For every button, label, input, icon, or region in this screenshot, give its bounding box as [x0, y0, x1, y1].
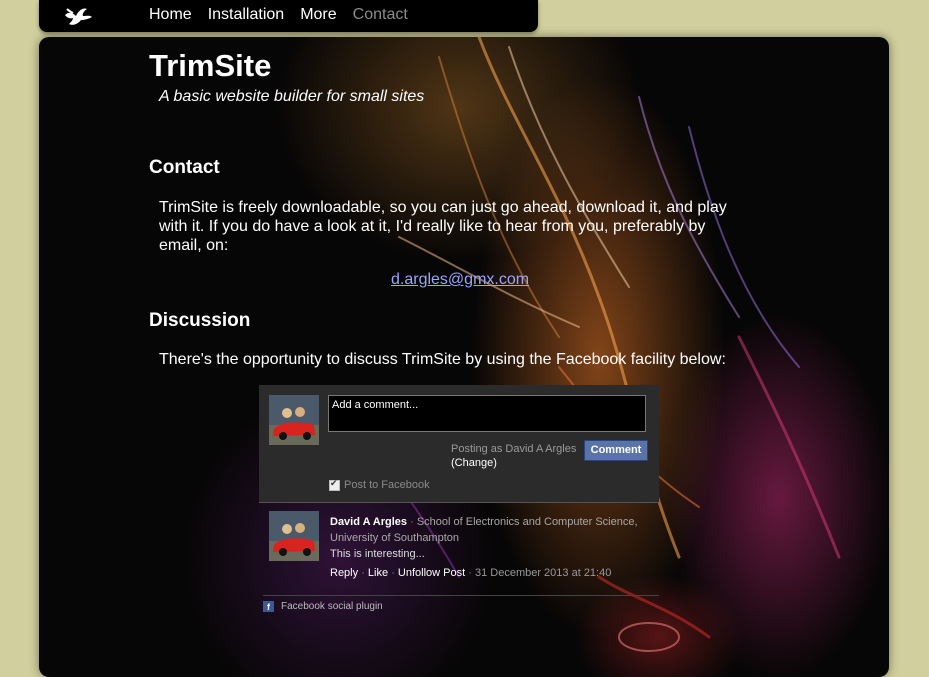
comment-button[interactable]: Comment: [584, 440, 648, 461]
nav-item-contact[interactable]: Contact: [353, 6, 408, 24]
facebook-comments-plugin: Add a comment... Posting as David A Argl…: [259, 385, 659, 615]
separator: ·: [391, 567, 398, 579]
facebook-plugin-label[interactable]: Facebook social plugin: [281, 601, 383, 612]
comment-actions: Reply · Like · Unfollow Post · 31 Decemb…: [330, 567, 611, 579]
site-subtitle: A basic website builder for small sites: [159, 88, 425, 105]
comment-input[interactable]: Add a comment...: [328, 395, 646, 432]
site-title: TrimSite: [149, 48, 272, 83]
email-link[interactable]: d.argles@gmx.com: [391, 271, 529, 289]
comment-date[interactable]: 31 December 2013 at 21:40: [475, 567, 611, 579]
nav-links: Home Installation More Contact: [149, 6, 424, 24]
checkbox-icon[interactable]: [329, 478, 340, 491]
posting-as-label: Posting as David A Argles: [451, 443, 577, 455]
post-to-facebook-option[interactable]: Post to Facebook: [329, 478, 430, 491]
contact-text: TrimSite is freely downloadable, so you …: [159, 199, 727, 254]
nav-item-installation[interactable]: Installation: [208, 6, 285, 24]
separator: ·: [468, 567, 475, 579]
reply-link[interactable]: Reply: [330, 567, 358, 579]
main-panel: TrimSite A basic website builder for sma…: [39, 37, 889, 677]
nav-item-home[interactable]: Home: [149, 6, 192, 24]
avatar-photo-icon: [269, 395, 319, 445]
top-navbar: Home Installation More Contact: [39, 0, 538, 32]
comment-author[interactable]: David A Argles: [330, 516, 407, 528]
comment-compose-box: Add a comment... Posting as David A Argl…: [259, 385, 659, 503]
nav-item-more[interactable]: More: [300, 6, 336, 24]
facebook-icon: f: [263, 601, 274, 612]
comment-avatar[interactable]: [269, 511, 319, 561]
comment-text: This is interesting...: [330, 548, 425, 560]
discussion-text: There's the opportunity to discuss TrimS…: [159, 351, 726, 368]
comment-header: David A Argles · School of Electronics a…: [330, 516, 638, 544]
discussion-heading: Discussion: [149, 310, 251, 331]
avatar-photo-icon: [269, 511, 319, 561]
avatar: [269, 395, 319, 445]
change-account-link[interactable]: (Change): [451, 457, 497, 469]
unfollow-post-link[interactable]: Unfollow Post: [398, 567, 465, 579]
like-link[interactable]: Like: [368, 567, 388, 579]
bird-logo-icon[interactable]: [61, 3, 95, 29]
comment-item: David A Argles · School of Electronics a…: [259, 503, 659, 593]
separator: ·: [361, 567, 368, 579]
contact-heading: Contact: [149, 157, 220, 178]
post-to-facebook-label: Post to Facebook: [344, 479, 430, 491]
facebook-plugin-footer: f Facebook social plugin: [263, 595, 659, 612]
